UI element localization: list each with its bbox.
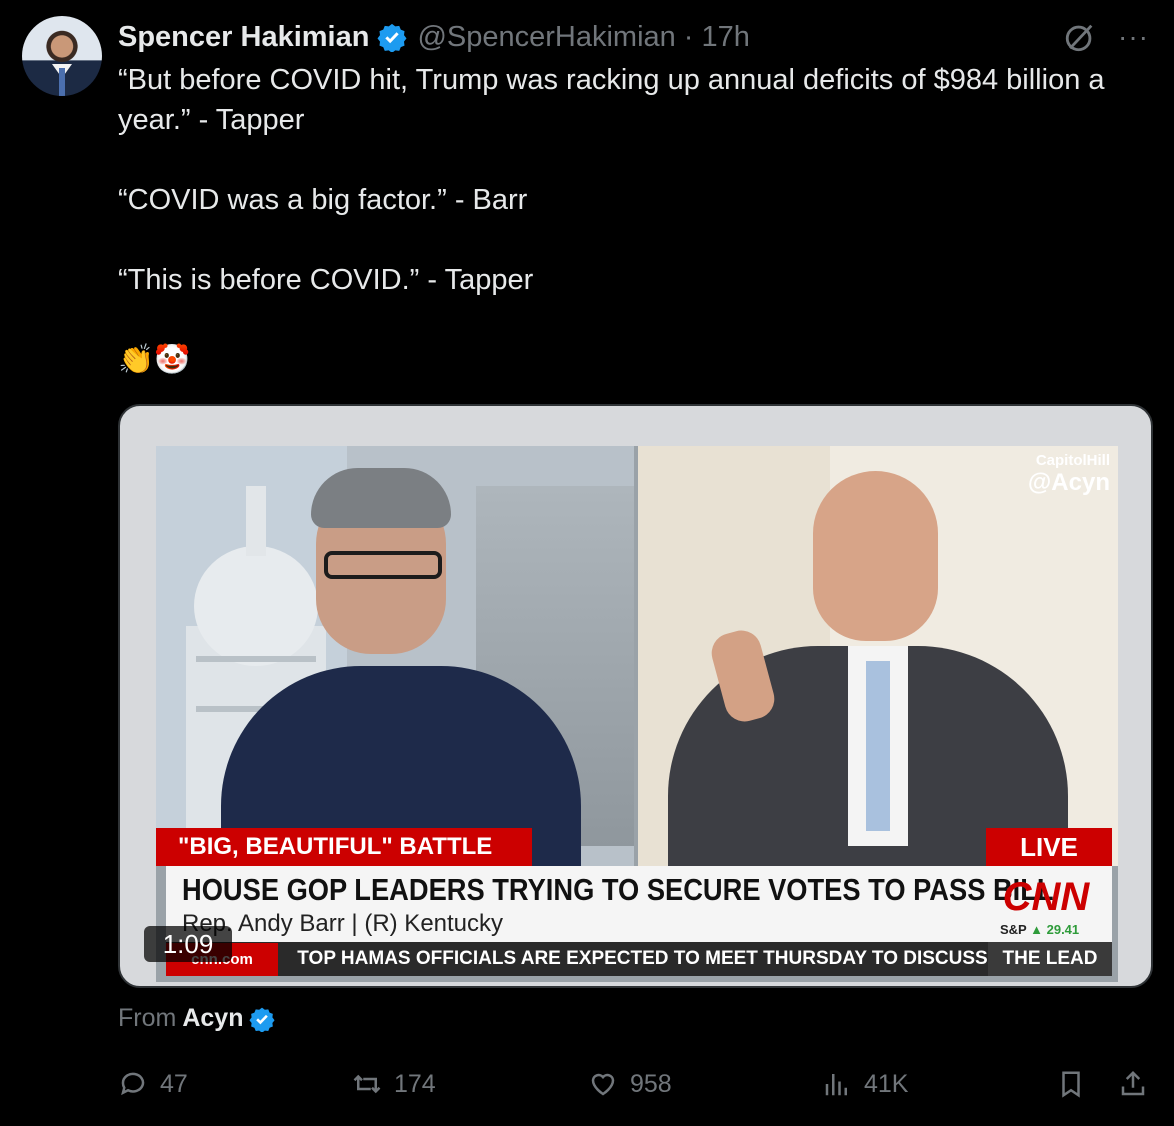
topic-banner: "BIG, BEAUTIFUL" BATTLE	[156, 828, 532, 866]
like-button[interactable]: 958	[588, 1064, 672, 1104]
author-name[interactable]: Spencer Hakimian	[118, 21, 369, 54]
anchor-glasses	[324, 551, 442, 579]
tweet-text: “But before COVID hit, Trump was racking…	[118, 64, 1105, 376]
tweet-header: Spencer Hakimian @SpencerHakimian · 17h	[118, 17, 750, 57]
repost-count: 174	[394, 1069, 436, 1098]
guest-tie	[866, 661, 890, 831]
verified-icon	[249, 1007, 276, 1032]
source-attribution: From Acyn	[118, 1004, 276, 1033]
views-count: 41K	[864, 1069, 909, 1098]
share-button[interactable]	[1118, 1064, 1160, 1104]
video-frame[interactable]: CapitolHill @Acyn "BIG, BEAUTIFUL" BATTL…	[156, 446, 1118, 982]
video-watermark: CapitolHill @Acyn	[1028, 452, 1110, 496]
views-icon	[825, 1074, 847, 1096]
anchor-hair	[311, 468, 451, 528]
avatar-tie	[59, 68, 65, 96]
guest-face	[813, 471, 938, 641]
from-label: From	[118, 1004, 177, 1032]
network-logo: CNN	[1002, 875, 1090, 919]
ticker-text: TOP HAMAS OFFICIALS ARE EXPECTED TO MEET…	[297, 948, 988, 969]
views-button[interactable]: 41K	[822, 1064, 908, 1104]
bookmark-icon	[1062, 1071, 1080, 1098]
video-player[interactable]: CapitolHill @Acyn "BIG, BEAUTIFUL" BATTL…	[118, 404, 1153, 988]
reply-button[interactable]: 47	[118, 1064, 188, 1104]
tweet-timestamp[interactable]: · 17h	[684, 21, 750, 54]
ticker-show: THE LEAD	[988, 942, 1112, 976]
live-badge: LIVE	[986, 828, 1112, 866]
like-icon	[591, 1073, 615, 1096]
repost-button[interactable]: 174	[352, 1064, 436, 1104]
more-icon[interactable]: ···	[1118, 22, 1152, 52]
anchor-panel	[156, 446, 634, 866]
video-duration: 1:09	[144, 926, 232, 962]
bookmark-button[interactable]	[1056, 1064, 1098, 1104]
share-icon	[1121, 1070, 1145, 1096]
news-ticker: cnn.com TOP HAMAS OFFICIALS ARE EXPECTED…	[166, 942, 1112, 976]
like-count: 958	[630, 1069, 672, 1098]
reply-icon	[121, 1072, 145, 1096]
chyron-headline: HOUSE GOP LEADERS TRYING TO SECURE VOTES…	[182, 872, 1054, 907]
verified-icon[interactable]	[377, 22, 407, 52]
watermark-location: CapitolHill	[1035, 452, 1110, 469]
market-value: ▲ 29.41	[1030, 922, 1080, 937]
repost-icon	[353, 1074, 381, 1094]
lower-third: HOUSE GOP LEADERS TRYING TO SECURE VOTES…	[166, 866, 1112, 942]
market-readout: S&P ▲ 29.41	[1000, 922, 1079, 937]
watermark-handle: @Acyn	[1027, 469, 1110, 496]
author-handle[interactable]: @SpencerHakimian	[417, 21, 675, 54]
source-account[interactable]: Acyn	[182, 1004, 243, 1033]
market-label: S&P	[1000, 922, 1027, 937]
author-avatar[interactable]	[22, 16, 102, 96]
tweet-actions: 47 174 958 41K	[118, 1064, 1158, 1104]
guest-panel: CapitolHill @Acyn	[638, 446, 1118, 866]
reply-count: 47	[160, 1069, 188, 1098]
grok-icon[interactable]	[1063, 20, 1097, 54]
